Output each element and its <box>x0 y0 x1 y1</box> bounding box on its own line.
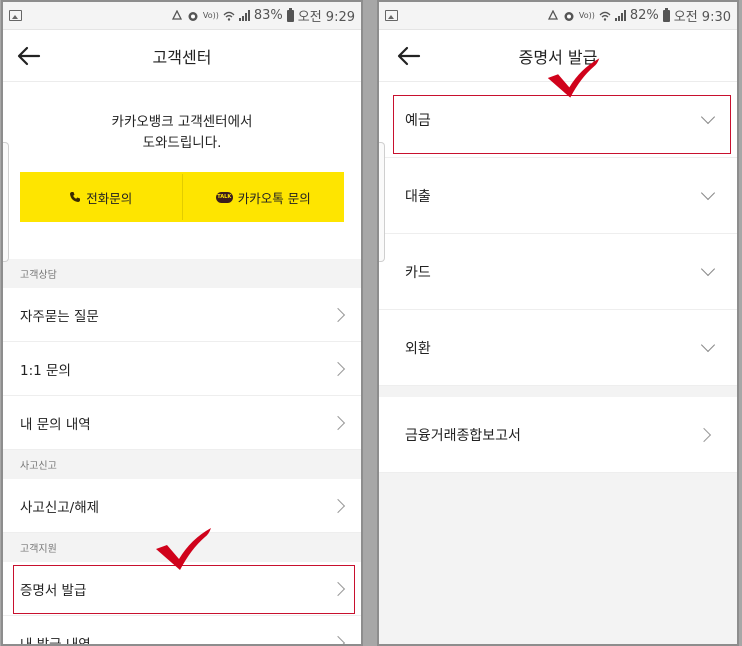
signal-icon <box>614 10 626 21</box>
chevron-right-icon <box>696 427 712 442</box>
list-item-one-to-one[interactable]: 1:1 문의 <box>3 342 361 396</box>
red-checkmark-icon <box>156 528 211 570</box>
alarm-icon <box>188 11 198 21</box>
battery-icon <box>662 7 670 22</box>
contact-buttons: 전화문의 TALK 카카오톡 문의 <box>20 172 344 222</box>
list-item-label: 1:1 문의 <box>20 362 71 379</box>
edge-handle <box>3 142 9 262</box>
back-arrow-icon[interactable] <box>15 42 43 70</box>
wifi-icon <box>599 11 611 21</box>
app-bar: 고객센터 <box>3 30 361 82</box>
status-indicators: Vo)) 82% 오전 9:30 <box>547 6 731 25</box>
phone-screen-customer-center: Vo)) 83% 오전 9:29 고객센터 카카오뱅크 고객센터에서 도와드립니… <box>1 0 363 646</box>
section-gap <box>379 386 737 397</box>
kakaotalk-icon: TALK <box>215 191 233 203</box>
gallery-notification-icon <box>9 10 22 21</box>
list-item-label: 자주묻는 질문 <box>20 308 99 325</box>
list-item-label: 금융거래종합보고서 <box>405 427 521 444</box>
status-bar: Vo)) 83% 오전 9:29 <box>3 2 361 30</box>
intro-line-1: 카카오뱅크 고객센터에서 <box>111 114 253 130</box>
list-item-faq[interactable]: 자주묻는 질문 <box>3 288 361 342</box>
certificate-category-list: 예금 대출 카드 외환 금융거래종합보고서 <box>379 82 737 644</box>
chevron-right-icon <box>330 635 346 644</box>
sync-icon <box>547 9 558 20</box>
section-header-consult: 고객상담 <box>3 259 361 288</box>
section-header-report: 사고신고 <box>3 450 361 479</box>
battery-percent: 83% <box>253 8 283 23</box>
phone-inquiry-label: 전화문의 <box>86 190 133 206</box>
battery-percent: 82% <box>629 8 659 23</box>
list-item-financial-report[interactable]: 금융거래종합보고서 <box>379 397 737 473</box>
chevron-right-icon <box>330 415 346 430</box>
chevron-down-icon <box>700 337 716 353</box>
list-item-label: 외환 <box>405 340 431 357</box>
intro-line-2: 도와드립니다. <box>142 135 222 151</box>
red-checkmark-icon <box>547 58 600 98</box>
page-title: 고객센터 <box>152 47 212 67</box>
back-arrow-icon[interactable] <box>395 42 423 70</box>
list-item-label: 대출 <box>405 188 431 205</box>
list-item-my-issued[interactable]: 내 발급 내역 <box>3 616 361 646</box>
list-item-card[interactable]: 카드 <box>379 234 737 310</box>
volte-icon: Vo)) <box>202 11 219 20</box>
list-item-label: 내 발급 내역 <box>20 636 91 646</box>
battery-icon <box>286 7 294 22</box>
list-item-label: 내 문의 내역 <box>20 416 91 433</box>
signal-icon <box>238 10 250 21</box>
chevron-right-icon <box>330 361 346 376</box>
kakaotalk-inquiry-label: 카카오톡 문의 <box>237 190 311 206</box>
clock: 오전 9:29 <box>297 10 355 25</box>
empty-area <box>379 473 737 644</box>
edge-handle <box>379 142 385 262</box>
page: Vo)) 83% 오전 9:29 고객센터 카카오뱅크 고객센터에서 도와드립니… <box>0 0 742 646</box>
sync-icon <box>171 9 182 20</box>
gallery-notification-icon <box>385 10 398 21</box>
list-item-loan[interactable]: 대출 <box>379 158 737 234</box>
chevron-right-icon <box>330 307 346 322</box>
chevron-down-icon <box>700 261 716 277</box>
wifi-icon <box>223 11 235 21</box>
status-bar: Vo)) 82% 오전 9:30 <box>379 2 737 30</box>
phone-icon <box>70 192 81 202</box>
phone-inquiry-button[interactable]: 전화문의 <box>20 172 182 222</box>
clock: 오전 9:30 <box>673 10 731 25</box>
volte-icon: Vo)) <box>578 11 595 20</box>
intro-text: 카카오뱅크 고객센터에서 도와드립니다. <box>3 82 361 154</box>
list-item-forex[interactable]: 외환 <box>379 310 737 386</box>
chevron-right-icon <box>330 498 346 513</box>
alarm-icon <box>564 11 574 21</box>
list-item-label: 사고신고/해제 <box>20 499 100 516</box>
list-item-label: 카드 <box>405 264 431 281</box>
kakaotalk-inquiry-button[interactable]: TALK 카카오톡 문의 <box>183 172 345 222</box>
phone-screen-certificate-issuance: Vo)) 82% 오전 9:30 증명서 발급 예금 대출 카드 외환 금융거래… <box>377 0 739 646</box>
chevron-down-icon <box>700 185 716 201</box>
list-item-my-inquiries[interactable]: 내 문의 내역 <box>3 396 361 450</box>
highlight-box-deposit <box>393 95 731 154</box>
status-indicators: Vo)) 83% 오전 9:29 <box>171 6 355 25</box>
